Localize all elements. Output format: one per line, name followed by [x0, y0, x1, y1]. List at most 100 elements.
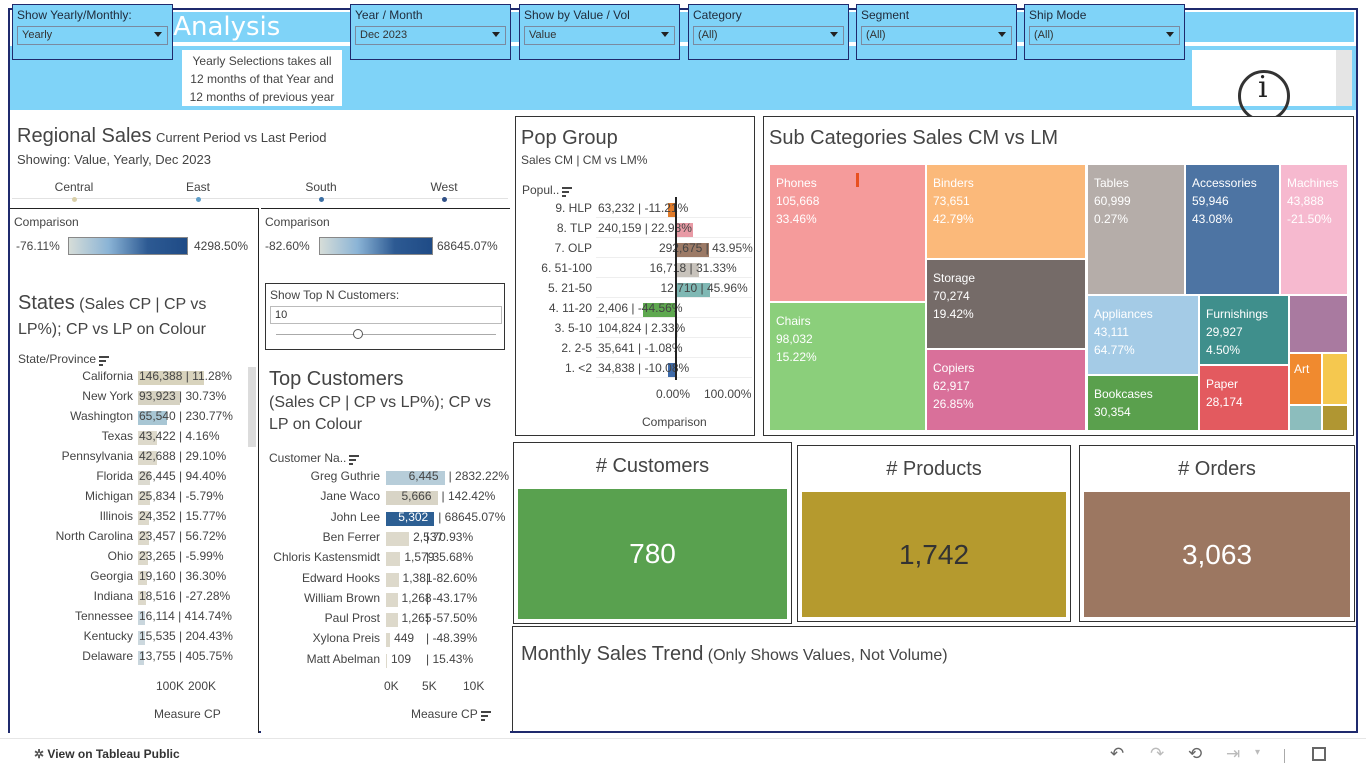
treemap-tile[interactable]: Tables 60,999 0.27%	[1087, 164, 1185, 295]
treemap-tile[interactable]: Phones 105,668 33.46%	[769, 164, 926, 302]
table-row[interactable]: Tennessee 16,114 | 414.74%	[10, 609, 255, 627]
region-dot[interactable]	[72, 197, 77, 202]
table-row[interactable]: Florida 26,445 | 94.40%	[10, 469, 255, 487]
table-row[interactable]: Texas 43,422 | 4.16%	[10, 429, 255, 447]
table-row[interactable]: 4. 11-20 2,406 | -44.56%	[516, 301, 754, 319]
kpi-value: 780	[629, 538, 676, 569]
treemap-tile[interactable]: Appliances 43,111 64.77%	[1087, 295, 1199, 375]
sort-icon[interactable]	[99, 355, 110, 366]
treemap-tile[interactable]: Paper 28,174	[1199, 365, 1289, 431]
table-row[interactable]: Ohio 23,265 | -5.99%	[10, 549, 255, 567]
refresh-icon[interactable]: ⇥	[1226, 744, 1240, 764]
table-row[interactable]: 9. HLP 63,232 | -11.21%	[516, 201, 754, 219]
tile-value: 60,999	[1094, 194, 1131, 208]
filter-ship-mode: Ship Mode (All)	[1024, 4, 1185, 60]
table-row[interactable]: California 146,388 | 11.28%	[10, 369, 255, 387]
table-row[interactable]: Kentucky 15,535 | 204.43%	[10, 629, 255, 647]
kpi-tile[interactable]: 1,742	[802, 492, 1066, 617]
fullscreen-icon[interactable]	[1312, 747, 1326, 761]
treemap-tile[interactable]	[1289, 405, 1322, 431]
state-province-header[interactable]: State/Province	[18, 352, 110, 366]
table-row[interactable]: 2. 2-5 35,641 | -1.08%	[516, 341, 754, 359]
top-n-slider-track[interactable]	[276, 334, 496, 335]
treemap-tile[interactable]: Binders 73,651 42.79%	[926, 164, 1086, 259]
table-row[interactable]: Jane Waco 5,666 | 142.42%	[261, 489, 509, 507]
yearly-monthly-dropdown[interactable]: Yearly	[17, 26, 168, 45]
state-name: Georgia	[90, 569, 133, 583]
table-row[interactable]: Matt Abelman 109 | 15.43%	[261, 652, 509, 670]
treemap-tile[interactable]	[1289, 295, 1348, 353]
region-dot[interactable]	[319, 197, 324, 202]
table-row[interactable]: Paul Prost 1,265 | -57.50%	[261, 611, 509, 629]
table-row[interactable]: Chloris Kastensmidt 1,579 | 35.68%	[261, 550, 509, 568]
scrollbar[interactable]	[1336, 50, 1352, 106]
treemap-tile[interactable]	[1322, 405, 1348, 431]
table-row[interactable]: William Brown 1,268 | -43.17%	[261, 591, 509, 609]
kpi-tile[interactable]: 3,063	[1084, 492, 1350, 617]
table-row[interactable]: Xylona Preis 449 | -48.39%	[261, 631, 509, 649]
treemap-tile[interactable]: Art	[1289, 353, 1322, 405]
state-value: 65,540 | 230.77%	[139, 409, 233, 423]
value-vol-dropdown[interactable]: Value	[524, 26, 675, 45]
table-row[interactable]: John Lee 5,302 | 68645.07%	[261, 510, 509, 528]
chevron-down-icon[interactable]: ▾	[1255, 747, 1260, 758]
table-row[interactable]: North Carolina 23,457 | 56.72%	[10, 529, 255, 547]
table-row[interactable]: Michigan 25,834 | -5.79%	[10, 489, 255, 507]
sort-icon[interactable]	[349, 454, 360, 465]
customer-pct: | -82.60%	[426, 570, 478, 585]
top-n-slider-handle[interactable]	[353, 329, 363, 339]
treemap-tile[interactable]	[1322, 353, 1348, 405]
table-row[interactable]: New York 93,923 | 30.73%	[10, 389, 255, 407]
table-row[interactable]: 5. 21-50 12,710 | 45.96%	[516, 281, 754, 299]
table-row[interactable]: 7. OLP 292,675 | 43.95%	[516, 241, 754, 259]
table-row[interactable]: Edward Hooks 1,381 | -82.60%	[261, 571, 509, 589]
treemap-tile[interactable]: Accessories 59,946 43.08%	[1185, 164, 1280, 295]
state-value: 18,516 | -27.28%	[139, 589, 231, 603]
sort-icon[interactable]	[562, 186, 573, 197]
pop-header[interactable]: Popul..	[522, 183, 573, 197]
table-row[interactable]: 1. <2 34,838 | -10.08%	[516, 361, 754, 379]
treemap-tile[interactable]: Bookcases 30,354	[1087, 375, 1199, 431]
customers-axis-label[interactable]: Measure CP	[411, 707, 491, 721]
revert-icon[interactable]: ⟲	[1188, 744, 1202, 764]
table-row[interactable]: 8. TLP 240,159 | 22.98%	[516, 221, 754, 239]
table-row[interactable]: Washington 65,540 | 230.77%	[10, 409, 255, 427]
region-label[interactable]: West	[424, 180, 464, 194]
customer-name: Paul Prost	[324, 611, 380, 626]
pop-value: 240,159 | 22.98%	[598, 221, 692, 235]
table-row[interactable]: Georgia 19,160 | 36.30%	[10, 569, 255, 587]
filter-category: Category (All)	[688, 4, 849, 60]
region-dot[interactable]	[196, 197, 201, 202]
table-row[interactable]: Greg Guthrie 6,445 | 2832.22%	[261, 469, 509, 487]
treemap-tile[interactable]: Machines 43,888 -21.50%	[1280, 164, 1348, 295]
table-row[interactable]: Indiana 18,516 | -27.28%	[10, 589, 255, 607]
sort-icon[interactable]	[480, 710, 491, 721]
region-label[interactable]: South	[301, 180, 341, 194]
region-label[interactable]: East	[178, 180, 218, 194]
treemap-tile[interactable]: Storage 70,274 19.42%	[926, 259, 1086, 349]
customer-name-header[interactable]: Customer Na..	[269, 451, 360, 465]
table-row[interactable]: Delaware 13,755 | 405.75%	[10, 649, 255, 667]
segment-dropdown[interactable]: (All)	[861, 26, 1012, 45]
top-n-input[interactable]: 10	[270, 306, 502, 324]
category-dropdown[interactable]: (All)	[693, 26, 844, 45]
undo-icon[interactable]: ↶	[1110, 744, 1124, 764]
state-value: 23,265 | -5.99%	[139, 549, 224, 563]
region-dot[interactable]	[442, 197, 447, 202]
treemap-tile[interactable]: Copiers 62,917 26.85%	[926, 349, 1086, 431]
ship-mode-dropdown[interactable]: (All)	[1029, 26, 1180, 45]
customer-header-label: Customer Na..	[269, 451, 347, 465]
view-on-tableau-link[interactable]: ✲ View on Tableau Public	[34, 747, 180, 761]
table-row[interactable]: 3. 5-10 104,824 | 2.33%	[516, 321, 754, 339]
year-month-dropdown[interactable]: Dec 2023	[355, 26, 506, 45]
treemap-tile[interactable]: Furnishings 29,927 4.50%	[1199, 295, 1289, 365]
table-row[interactable]: Pennsylvania 42,688 | 29.10%	[10, 449, 255, 467]
table-row[interactable]: 6. 51-100 16,718 | 31.33%	[516, 261, 754, 279]
treemap-tile[interactable]: Chairs 98,032 15.22%	[769, 302, 926, 431]
redo-icon[interactable]: ↷	[1150, 744, 1164, 764]
kpi-tile[interactable]: 780	[518, 489, 787, 619]
region-label[interactable]: Central	[54, 180, 94, 194]
table-row[interactable]: Illinois 24,352 | 15.77%	[10, 509, 255, 527]
customer-value: 449	[394, 631, 415, 646]
table-row[interactable]: Ben Ferrer 2,537 | 70.93%	[261, 530, 509, 548]
